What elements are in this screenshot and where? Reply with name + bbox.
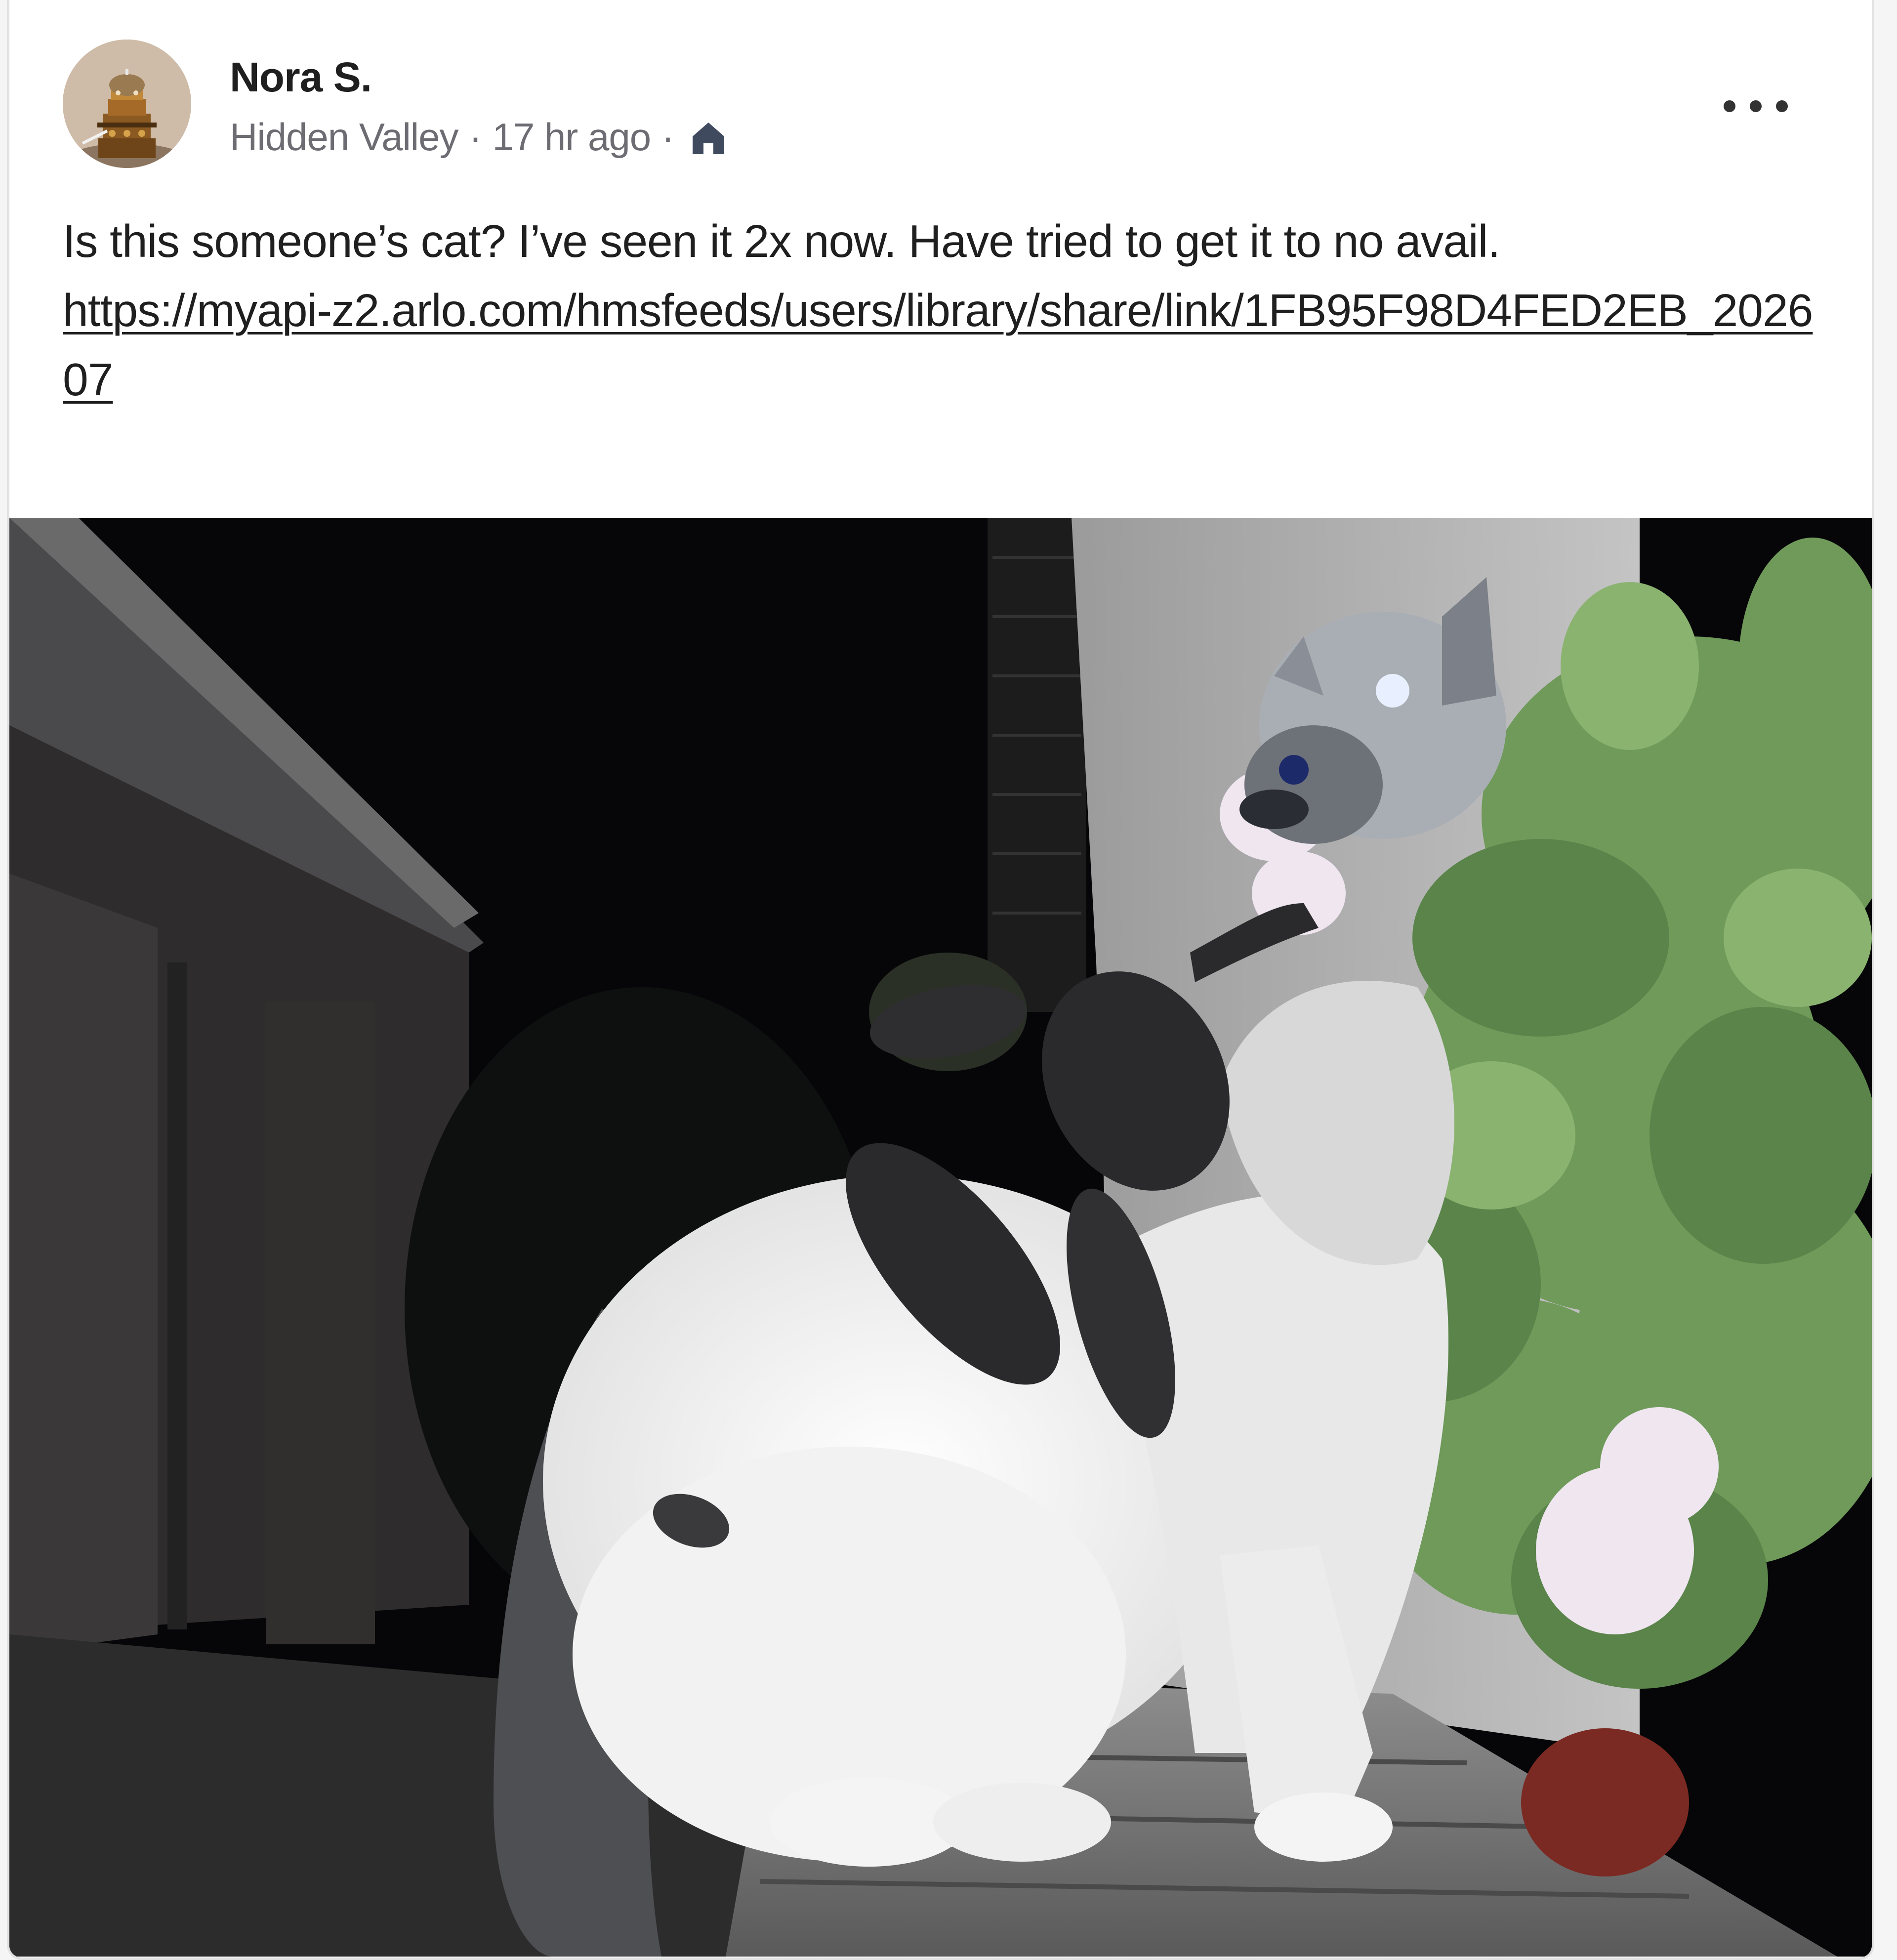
avatar-image (63, 40, 191, 168)
post-link[interactable]: https://myapi-z2.arlo.com/hmsfeeds/users… (63, 276, 1821, 414)
neighborhood-link[interactable]: Hidden Valley (230, 115, 459, 160)
post-timestamp[interactable]: 17 hr ago (493, 115, 652, 160)
more-dot (1750, 100, 1762, 112)
post-meta: Hidden Valley · 17 hr ago · (230, 115, 729, 160)
meta-separator: · (469, 115, 482, 159)
post-card: Nora S. Hidden Valley · 17 hr ago · Is t… (7, 0, 1874, 1960)
more-horizontal-icon (1724, 100, 1735, 112)
more-dot (1776, 100, 1788, 112)
author-name[interactable]: Nora S. (230, 53, 372, 101)
post-body-text: Is this someone’s cat? I’ve seen it 2x n… (63, 215, 1500, 267)
more-options-button[interactable] (1724, 86, 1788, 126)
meta-separator: · (661, 115, 674, 159)
cat-photo-image (9, 518, 1872, 1957)
home-icon (688, 117, 729, 158)
post-body: Is this someone’s cat? I’ve seen it 2x n… (63, 207, 1841, 414)
post-photo[interactable] (9, 518, 1872, 1957)
author-avatar[interactable] (63, 40, 191, 168)
